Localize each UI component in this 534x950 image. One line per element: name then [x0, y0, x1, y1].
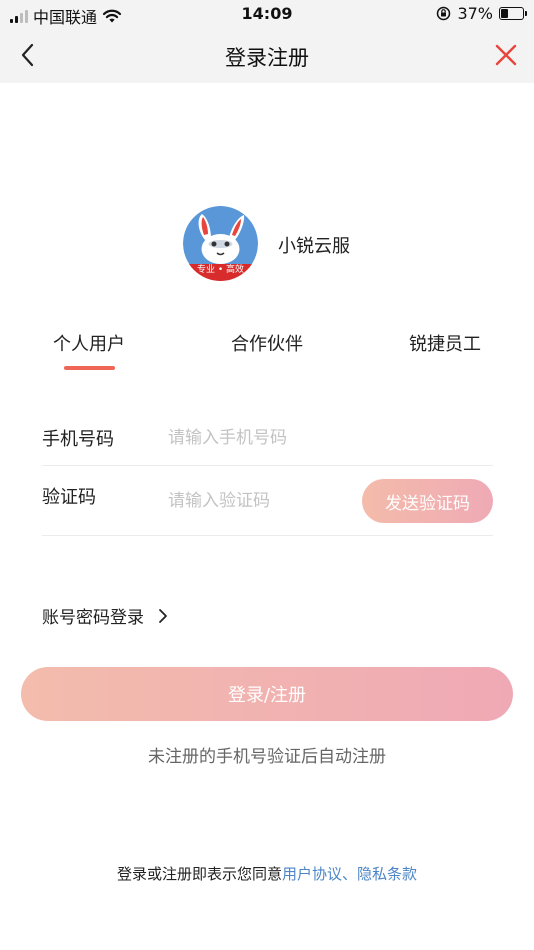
user-agreement-link[interactable]: 用户协议: [282, 865, 342, 883]
close-icon: [495, 44, 517, 66]
agreement-separator: 、: [342, 865, 358, 883]
code-input[interactable]: [168, 486, 353, 516]
rotation-lock-icon: [437, 6, 451, 21]
user-type-tabs: 个人用户 合作伙伴 锐捷员工: [0, 330, 534, 374]
nav-bar: 登录注册: [0, 28, 534, 83]
logo-badge-text: 专业 • 高效: [196, 265, 245, 275]
auto-register-tip: 未注册的手机号验证后自动注册: [148, 747, 386, 767]
agreement-text: 登录或注册即表示您同意用户协议、隐私条款: [0, 863, 534, 884]
tab-employee[interactable]: 锐捷员工: [409, 330, 481, 356]
send-code-button[interactable]: 发送验证码: [362, 479, 493, 523]
close-button[interactable]: [492, 41, 520, 69]
divider: [42, 465, 493, 466]
chevron-right-icon: [159, 608, 167, 623]
tab-partner[interactable]: 合作伙伴: [231, 330, 303, 356]
password-login-link[interactable]: 账号密码登录: [42, 603, 168, 628]
status-bar: 中国联通 14:09 37%: [0, 0, 534, 28]
battery-percent: 37%: [457, 4, 493, 23]
phone-label: 手机号码: [42, 429, 114, 450]
tab-personal-user[interactable]: 个人用户: [53, 330, 125, 356]
password-login-label: 账号密码登录: [42, 608, 144, 628]
brand-name: 小锐云服: [278, 236, 350, 257]
phone-input[interactable]: [168, 423, 488, 453]
divider: [42, 535, 493, 536]
login-register-button[interactable]: 登录/注册: [21, 667, 513, 721]
code-label: 验证码: [42, 487, 96, 508]
page-title: 登录注册: [225, 46, 309, 70]
status-right: 37%: [436, 4, 527, 23]
active-tab-indicator: [64, 366, 115, 370]
agreement-prefix: 登录或注册即表示您同意: [116, 865, 282, 883]
login-register-screen: 中国联通 14:09 37% 登录注册 专业 • 高效 小锐云服 个人用户 合作…: [0, 0, 534, 950]
privacy-policy-link[interactable]: 隐私条款: [357, 865, 417, 883]
battery-fill: [501, 9, 508, 18]
battery-icon: [499, 7, 527, 20]
brand-logo: 专业 • 高效: [183, 206, 258, 281]
